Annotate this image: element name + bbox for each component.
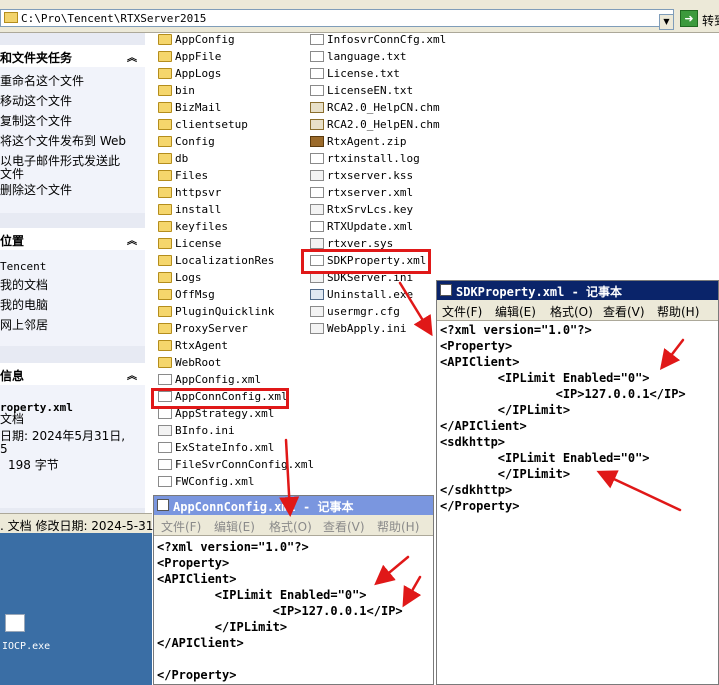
arrow-to-sdk-window xyxy=(398,281,433,337)
arrow-to-appconn-ip xyxy=(402,575,422,608)
arrow-to-appconn-window xyxy=(279,438,300,517)
arrow-to-sdk-enabled-1 xyxy=(659,338,685,370)
arrow-to-sdk-enabled-2 xyxy=(596,470,682,512)
arrow-to-appconn-enabled xyxy=(374,555,410,586)
annotation-arrows xyxy=(279,281,685,608)
